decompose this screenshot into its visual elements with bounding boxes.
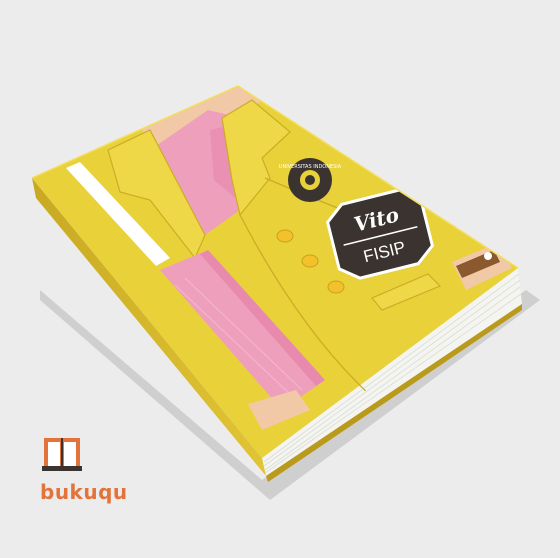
emblem-text: UNIVERSITAS INDONESIA — [279, 164, 342, 170]
jacket-button-1 — [276, 229, 294, 243]
brand-name: bukuqu — [40, 480, 128, 504]
jacket-button-2 — [301, 254, 319, 268]
watch-face — [484, 252, 492, 260]
jacket-button-3 — [327, 280, 345, 294]
brand-logo: bukuqu — [40, 436, 127, 504]
product-photo: UNIVERSITAS INDONESIA Vito FISIP bukuqu — [0, 0, 560, 558]
open-book-icon — [42, 438, 82, 471]
